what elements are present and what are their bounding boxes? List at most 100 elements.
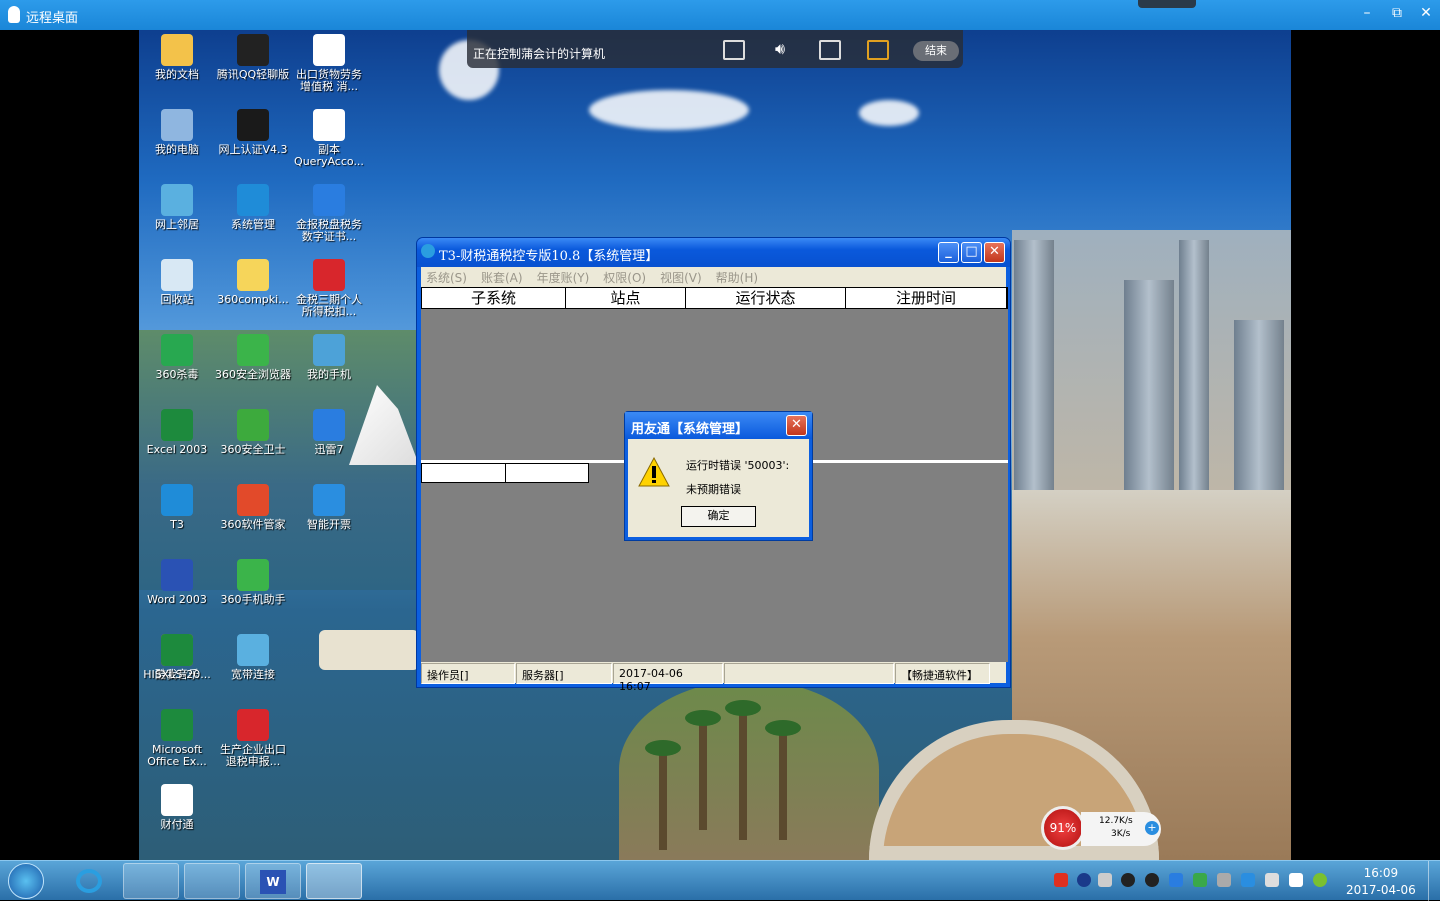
t3-window-title: T3-财税通税控专版10.8【系统管理】 [439,249,659,264]
qq-taskbar-icon[interactable] [184,863,240,899]
desktop-icon[interactable]: 腾讯QQ轻聊版 [215,34,291,81]
menu-item[interactable]: 权限(O) [603,271,646,285]
desktop-icon[interactable]: 360安全卫士 [215,409,291,456]
status-vendor: 【畅捷通软件】 [895,663,990,684]
minimize-button[interactable]: – [1356,5,1378,21]
remote-desktop-taskbar-icon[interactable] [123,863,179,899]
grid-header: 子系统 站点 运行状态 注册时间 [421,287,1008,309]
app-icon [237,259,269,291]
desktop-icon[interactable]: 迅雷7 [291,409,367,456]
desktop-icon[interactable]: Microsoft Office Ex... [139,709,215,768]
security-shield-icon[interactable] [1169,873,1183,887]
desktop-icon[interactable]: 出口货物劳务增值税 消... [291,34,367,93]
t3-window-titlebar[interactable]: T3-财税通税控专版10.8【系统管理】 _ □ ✕ [417,238,1010,267]
column-header[interactable]: 站点 [566,288,686,308]
t3-close-button[interactable]: ✕ [984,242,1005,263]
desktop-icon[interactable]: 回收站 [139,259,215,306]
desktop-icon[interactable]: 网上邻居 [139,184,215,231]
fullscreen-icon[interactable] [723,40,745,60]
pin-icon[interactable] [867,40,889,60]
flash-drive-icon[interactable] [1241,873,1255,887]
column-header[interactable]: 子系统 [422,288,566,308]
desktop-icon-label: 回收站 [160,293,194,306]
speaker-icon[interactable] [1265,873,1279,887]
desktop-icon[interactable]: 副本 QueryAcco... [291,109,367,168]
system-clock[interactable]: 16:09 2017-04-06 [1346,865,1416,899]
app-icon [313,184,345,216]
column-header[interactable]: 注册时间 [846,288,1007,308]
desktop-icon[interactable]: 360手机助手 [215,559,291,606]
close-button[interactable]: ✕ [1415,5,1437,21]
t3-maximize-button[interactable]: □ [961,242,982,263]
desktop-icon[interactable]: HISXLS-20... [139,634,215,681]
network-monitor-widget[interactable]: 91% 12.7K/s 3K/s + [1041,806,1161,850]
toolbar-grip[interactable] [1138,0,1196,8]
error-dialog-titlebar[interactable]: 用友通【系统管理】 ✕ [625,412,812,439]
desktop-icon-label: 智能开票 [307,518,351,531]
wallpaper-palm [685,710,721,830]
grid-empty-row[interactable] [421,463,589,483]
desktop-icon[interactable]: 我的文档 [139,34,215,81]
menu-item[interactable]: 视图(V) [660,271,702,285]
menu-item[interactable]: 帮助(H) [716,271,758,285]
show-desktop-button[interactable] [1428,861,1440,901]
remote-desktop-title: 远程桌面 [26,11,79,26]
column-header[interactable]: 运行状态 [686,288,846,308]
desktop-icon-label: 360compki... [217,293,289,306]
memory-percent[interactable]: 91% [1041,806,1085,850]
desktop-icon[interactable]: 360安全浏览器 [215,334,291,381]
desktop-icon[interactable]: Word 2003 [139,559,215,606]
desktop-icon-label: 副本 QueryAcco... [294,143,364,168]
ok-button[interactable]: 确定 [681,506,756,527]
desktop-icon[interactable]: 财付通 [139,784,215,831]
error-message-line2: 未预期错误 [686,483,741,496]
desktop-icon[interactable]: 系统管理 [215,184,291,231]
desktop-icon-label: Microsoft Office Ex... [147,743,207,768]
app-icon [161,259,193,291]
desktop-icon[interactable]: 网上认证V4.3 [215,109,291,156]
qq-penguin-icon [8,6,20,23]
t3-minimize-button[interactable]: _ [938,242,959,263]
window-size-icon[interactable] [819,40,841,60]
desktop-icon[interactable]: 宽带连接 [215,634,291,681]
word-taskbar-icon[interactable]: W [245,863,301,899]
error-message-line1: 运行时错误 '50003': [686,459,790,472]
desktop-icon[interactable]: 360软件管家 [215,484,291,531]
desktop-icon[interactable]: 金报税盘税务数字证书... [291,184,367,243]
active-app-taskbar-icon[interactable] [306,863,362,899]
360-tray-icon[interactable] [1193,873,1207,887]
restore-button[interactable]: ⧉ [1386,5,1408,21]
desktop-icon-label: Word 2003 [147,593,207,606]
sogou-input-icon[interactable] [1054,873,1068,887]
remote-desktop[interactable]: 我的文档 腾讯QQ轻聊版 出口货物劳务增值税 消... 我的电脑 网上认证V4.3 副本 … [139,30,1291,860]
accelerate-icon[interactable]: + [1145,821,1159,835]
desktop-icon[interactable]: 我的手机 [291,334,367,381]
display-icon[interactable] [1289,873,1303,887]
desktop-icon[interactable]: 生产企业出口退税申报... [215,709,291,768]
desktop-icon[interactable]: 360compki... [215,259,291,306]
desktop-icon[interactable]: T3 [139,484,215,531]
start-button[interactable] [8,863,44,899]
qq-tray-icon-2[interactable] [1145,873,1159,887]
volume-icon[interactable]: 🔊︎ [769,40,791,60]
error-dialog-close-button[interactable]: ✕ [786,415,807,436]
qq-tray-icon[interactable] [1121,873,1135,887]
t3-statusbar: 操作员[] 服务器[] 2017-04-06 16:07 【畅捷通软件】 [421,663,1008,693]
app-icon [161,184,193,216]
menu-item[interactable]: 账套(A) [481,271,523,285]
desktop-icon[interactable]: 360杀毒 [139,334,215,381]
desktop-icon[interactable]: Excel 2003 [139,409,215,456]
help-icon[interactable] [1077,873,1091,887]
app-icon [237,184,269,216]
desktop-icon[interactable]: 我的电脑 [139,109,215,156]
input-settings-icon[interactable] [1098,873,1112,887]
desktop-icon[interactable]: 智能开票 [291,484,367,531]
menu-item[interactable]: 年度账(Y) [537,271,590,285]
update-tray-icon[interactable] [1313,873,1327,887]
menu-item[interactable]: 系统(S) [426,271,467,285]
internet-explorer-icon[interactable] [62,863,118,899]
desktop-icon[interactable]: 金税三期个人所得税扣... [291,259,367,318]
wallpaper-ferry [319,630,419,670]
network-tray-icon[interactable] [1217,873,1231,887]
end-control-button[interactable]: 结束 [913,41,959,61]
